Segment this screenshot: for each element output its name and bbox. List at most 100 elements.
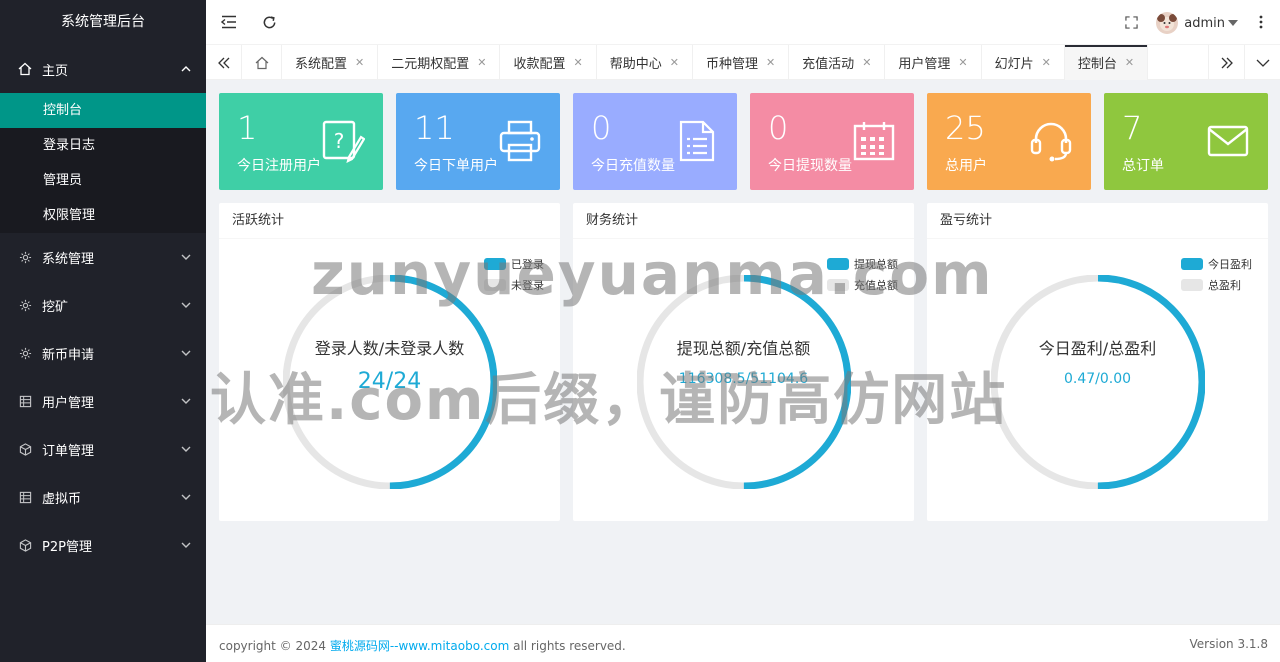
tab-bar: 系统配置 ✕ 二元期权配置 ✕ 收款配置 ✕ 帮助中心 ✕ 币种管理 ✕ 充值活动 ✕ 用户管理 ✕ 幻灯片… [206,45,1280,80]
ring-center-label: 提现总额/充值总额 [676,339,811,358]
chevron-down-icon [180,299,192,311]
tab-4[interactable]: 币种管理 ✕ [693,45,790,80]
sidebar-item-label: 新币申请 [42,347,95,363]
stat-label: 总订单 [1122,158,1164,174]
close-icon[interactable]: ✕ [862,56,871,69]
close-icon[interactable]: ✕ [1125,56,1134,69]
gear-icon [18,250,32,264]
stat-card-2[interactable]: 0 今日充值数量 [573,93,737,190]
close-icon[interactable]: ✕ [670,56,679,69]
tab-7[interactable]: 幻灯片 ✕ [982,45,1065,80]
tab-scroll-left-icon[interactable] [206,45,242,80]
chevron-down-icon [180,251,192,263]
stat-card-5[interactable]: 7 总订单 [1104,93,1268,190]
user-menu[interactable]: admin [1156,11,1238,35]
sidebar-subitem-1[interactable]: 登录日志 [0,128,206,163]
nav-groups: 系统管理挖矿新币申请用户管理订单管理虚拟币 P2P管理 [0,233,206,569]
chevron-down-icon [180,443,192,455]
more-options-icon[interactable] [1252,13,1270,31]
stat-card-3[interactable]: 0 今日提现数量 [750,93,914,190]
chevron-up-icon [180,63,192,75]
close-icon[interactable]: ✕ [477,56,486,69]
close-icon[interactable]: ✕ [573,56,582,69]
tab-2[interactable]: 收款配置 ✕ [500,45,597,80]
stat-label: 今日注册用户 [237,158,321,174]
legend-swatch [1181,257,1203,270]
close-icon[interactable]: ✕ [1042,56,1051,69]
ring-center-value: 24/24 [357,369,422,394]
stat-value: 11 [414,109,455,147]
home-submenu: 控制台 登录日志 管理员 权限管理 [0,93,206,233]
tab-label: 收款配置 [513,57,566,72]
sidebar-group-1[interactable]: 挖矿 [0,281,206,329]
table-icon [18,394,32,408]
cube-icon [18,442,32,456]
sidebar-item-label: 虚拟币 [42,491,82,507]
tab-label: 系统配置 [295,57,348,72]
tab-scroll-right-icon[interactable] [1208,45,1244,80]
sidebar-group-3[interactable]: 用户管理 [0,377,206,425]
stat-value: 25 [945,109,986,147]
headset-icon [1029,119,1073,163]
stat-label: 今日充值数量 [591,158,675,174]
sidebar-item-label: 用户管理 [42,395,95,411]
gear-icon [18,346,32,360]
tab-0[interactable]: 系统配置 ✕ [282,45,379,80]
nav-group-home: 主页 控制台 登录日志 管理员 权限管理 [0,45,206,233]
tab-5[interactable]: 充值活动 ✕ [789,45,886,80]
sidebar-subitem-0[interactable]: 控制台 [0,93,206,128]
legend-label: 总盈利 [1208,278,1241,292]
sidebar-item-label: P2P管理 [42,539,92,555]
sidebar-group-2[interactable]: 新币申请 [0,329,206,377]
svg-text:?: ? [334,129,345,153]
sidebar: 系统管理后台 主页 控制台 登录日志 管理员 权限管理 系统管理 挖矿 新币申请 用户管理订… [0,0,206,662]
tab-8[interactable]: 控制台 ✕ [1064,45,1149,80]
tab-options-icon[interactable] [1244,45,1280,80]
legend-item[interactable]: 今日盈利 [1181,253,1252,274]
sidebar-subitem-3[interactable]: 权限管理 [0,198,206,233]
refresh-icon[interactable] [260,13,278,31]
stat-panel-2: 盈亏统计今日盈利总盈利今日盈利/总盈利 0.47/0.00 [927,203,1268,521]
close-icon[interactable]: ✕ [355,56,364,69]
tab-1[interactable]: 二元期权配置 ✕ [378,45,501,80]
legend-swatch [827,257,849,270]
gear-icon [18,298,32,312]
fullscreen-icon[interactable] [1122,13,1140,31]
sidebar-item-label: 系统管理 [42,251,95,267]
stat-card-0[interactable]: 1 今日注册用户? [219,93,383,190]
stat-card-4[interactable]: 25 总用户 [927,93,1091,190]
sidebar-group-5[interactable]: 虚拟币 [0,473,206,521]
sidebar-group-0[interactable]: 系统管理 [0,233,206,281]
sidebar-group-4[interactable]: 订单管理 [0,425,206,473]
legend-swatch [484,257,506,270]
sidebar-item-home[interactable]: 主页 [0,45,206,93]
tab-label: 幻灯片 [994,57,1034,72]
ring-center-value: 0.47/0.00 [1063,371,1132,387]
sidebar-group-6[interactable]: P2P管理 [0,521,206,569]
sidebar-subitem-2[interactable]: 管理员 [0,163,206,198]
stat-value: 1 [237,109,258,147]
stat-panel-0: 活跃统计 已登录 未登录 登录人数/未登录人数 24/24 [219,203,560,521]
copyright: copyright © 2024 蜜桃源码网--www.mitaobo.com … [219,637,626,654]
footer-link[interactable]: 蜜桃源码网--www.mitaobo.com [330,639,509,653]
tab-6[interactable]: 用户管理 ✕ [885,45,982,80]
collapse-menu-icon[interactable] [220,13,238,31]
tab-list: 系统配置 ✕ 二元期权配置 ✕ 收款配置 ✕ 帮助中心 ✕ 币种管理 ✕ 充值活动 ✕ 用户管理 ✕ 幻灯片… [282,45,1149,80]
close-icon[interactable]: ✕ [958,56,967,69]
close-icon[interactable]: ✕ [766,56,775,69]
legend-label: 提现总额 [854,257,898,271]
panel-title: 财务统计 [573,203,914,239]
legend-item[interactable]: 提现总额 [827,253,898,274]
tab-home-icon[interactable] [242,45,282,80]
table-icon [18,490,32,504]
panel-title: 盈亏统计 [927,203,1268,239]
stat-card-1[interactable]: 11 今日下单用户 [396,93,560,190]
tab-label: 用户管理 [898,57,951,72]
tab-3[interactable]: 帮助中心 ✕ [597,45,693,80]
stat-label: 今日提现数量 [768,158,852,174]
calendar-icon [852,119,896,163]
legend-item[interactable]: 已登录 [484,253,544,274]
footer: copyright © 2024 蜜桃源码网--www.mitaobo.com … [206,624,1280,662]
ring-center-label: 今日盈利/总盈利 [1038,339,1157,358]
tab-label: 控制台 [1077,57,1117,72]
